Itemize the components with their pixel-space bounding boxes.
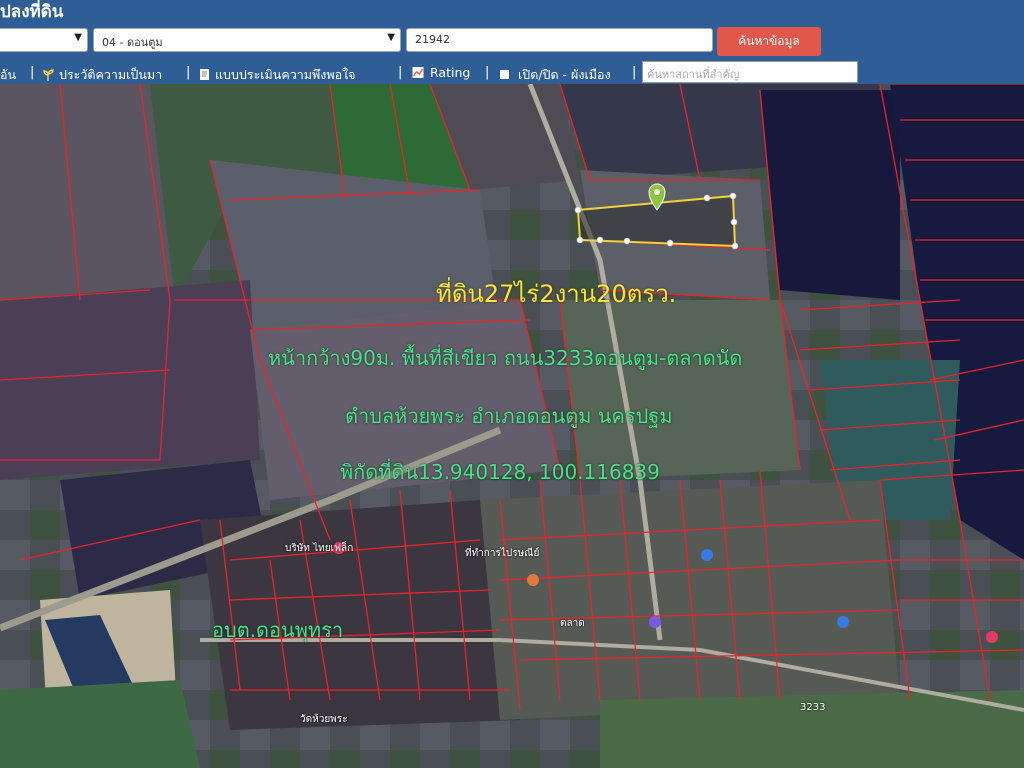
- toolbar-item-home[interactable]: อัน: [0, 65, 16, 85]
- field-area: [560, 300, 800, 480]
- overlay-frontage: หน้ากว้าง90ม. พื้นที่สีเขียว ถนน3233ดอนต…: [268, 346, 743, 370]
- search-button[interactable]: ค้นหาข้อมูล: [717, 27, 821, 56]
- chevron-down-icon: ▼: [74, 32, 82, 43]
- toolbar-separator: |: [398, 65, 403, 80]
- overlay-location: ตำบลห้วยพระ อำเภอดอนตูม นครปฐม: [345, 404, 673, 428]
- toolbar-item-history[interactable]: ประวัติความเป็นมา: [43, 65, 162, 85]
- poi-label: วัดห้วยพระ: [300, 714, 348, 725]
- toolbar-item-zoning-toggle[interactable]: เปิด/ปิด - ผังเมือง: [500, 65, 611, 85]
- field-area: [0, 280, 260, 480]
- chart-icon: [412, 67, 424, 78]
- toolbar-item-survey-label: แบบประเมินความพึงพอใจ: [215, 67, 356, 82]
- app-header: ปลงที่ดิน ▼ 04 - ดอนตูม ▼ 21942 ค้นหาข้อ…: [0, 0, 1024, 62]
- parcel-number-input[interactable]: 21942: [406, 28, 713, 52]
- chevron-down-icon: ▼: [387, 32, 395, 43]
- toolbar-item-rating-label: Rating: [430, 65, 471, 80]
- district-select-value: 04 - ดอนตูม: [102, 36, 163, 49]
- overlay-sao-label: อบต.ดอนพุทรา: [212, 618, 344, 642]
- toolbar-separator: |: [485, 65, 490, 80]
- overlay-land-size: ที่ดิน27ไร่2งาน20ตรว.: [436, 280, 677, 308]
- poi-label: ที่ทำการไปรษณีย์: [465, 548, 540, 559]
- map-viewport[interactable]: บริษัท ไทยเฟล็ก ที่ทำการไปรษณีย์ วัดห้วย…: [0, 84, 1024, 768]
- pond-area: [760, 90, 900, 300]
- overlay-coordinates: พิกัดที่ดิน13.940128, 100.116839: [340, 460, 660, 484]
- poi-label: ตลาด: [560, 618, 585, 629]
- document-icon: [200, 69, 209, 80]
- toolbar-item-survey[interactable]: แบบประเมินความพึงพอใจ: [199, 65, 356, 85]
- poi-label: บริษัท ไทยเฟล็ก: [285, 543, 354, 554]
- sprout-icon: [43, 69, 54, 81]
- toolbar-separator: |: [632, 65, 637, 80]
- page-title: ปลงที่ดิน: [0, 2, 64, 22]
- field-area: [0, 680, 200, 768]
- toolbar: อัน | ประวัติความเป็นมา | แบบประเมินความ…: [0, 62, 1024, 84]
- province-select[interactable]: ▼: [0, 28, 88, 52]
- toolbar-separator: |: [186, 65, 191, 80]
- toolbar-item-rating[interactable]: Rating: [411, 65, 470, 80]
- road-code-label: 3233: [800, 702, 826, 713]
- toolbar-item-zoning-label: เปิด/ปิด - ผังเมือง: [518, 67, 611, 82]
- parcel-number-value: 21942: [415, 33, 450, 46]
- district-select[interactable]: 04 - ดอนตูม ▼: [93, 28, 401, 52]
- toolbar-separator: |: [30, 65, 35, 80]
- toolbar-item-history-label: ประวัติความเป็นมา: [59, 67, 163, 82]
- checkbox-icon[interactable]: [500, 70, 509, 79]
- place-search-input[interactable]: ค้นหาสถานที่สำคัญ: [642, 61, 858, 83]
